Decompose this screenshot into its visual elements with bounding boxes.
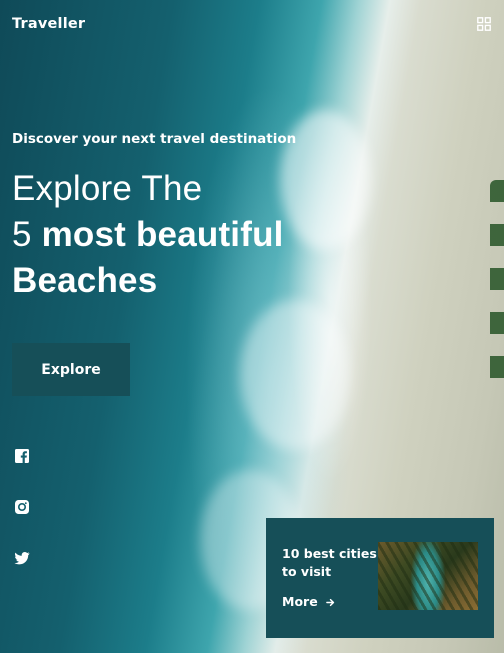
facebook-icon[interactable] <box>14 448 30 464</box>
headline-line-3: Beaches <box>12 261 158 300</box>
hero-tagline: Discover your next travel destination <box>12 131 297 147</box>
brand-logo[interactable]: Traveller <box>12 16 85 32</box>
more-link[interactable]: More <box>282 594 335 609</box>
headline-line-1: Explore The <box>12 169 203 208</box>
featured-card[interactable]: 10 best cities to visit More <box>266 518 494 638</box>
arrow-right-icon <box>326 594 335 609</box>
card-title: 10 best cities to visit <box>282 546 377 579</box>
hero-headline: Explore The 5 most beautiful Beaches <box>12 166 284 304</box>
headline-number: 5 <box>12 215 32 254</box>
headline-bold: most beautiful <box>41 215 284 254</box>
more-label: More <box>282 594 318 609</box>
instagram-icon[interactable] <box>14 499 30 515</box>
tropical-river-thumbnail[interactable] <box>378 542 478 610</box>
grid-menu-icon[interactable] <box>477 16 491 31</box>
wave-foam <box>240 300 350 450</box>
explore-button[interactable]: Explore <box>12 343 130 396</box>
twitter-icon[interactable] <box>14 550 30 566</box>
palm-trees-edge <box>490 180 504 400</box>
